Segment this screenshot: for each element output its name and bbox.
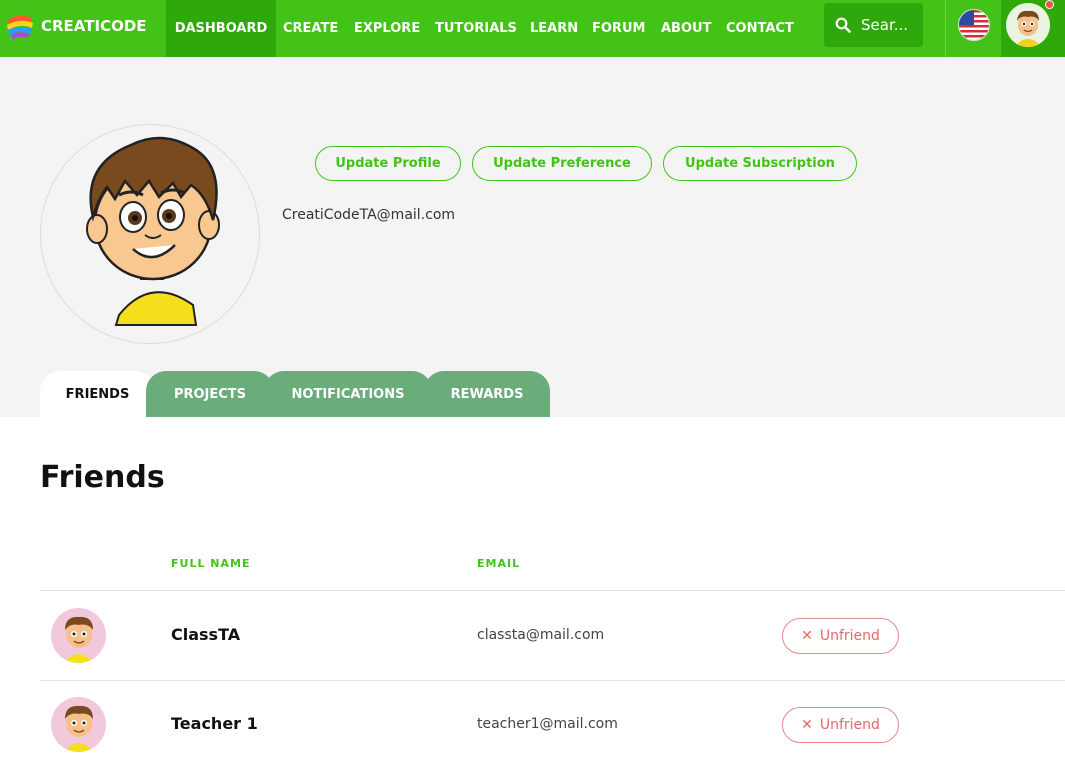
us-flag-icon[interactable] bbox=[958, 9, 990, 41]
nav-contact[interactable]: CONTACT bbox=[719, 0, 801, 57]
nav-explore[interactable]: EXPLORE bbox=[347, 0, 427, 57]
nav-tutorials[interactable]: TUTORIALS bbox=[428, 0, 524, 57]
close-icon: ✕ bbox=[801, 628, 813, 644]
top-navbar: CREATICODE DASHBOARD CREATE EXPLORE TUTO… bbox=[0, 0, 1065, 57]
unfriend-label: Unfriend bbox=[819, 717, 880, 733]
search-icon bbox=[835, 17, 851, 33]
nav-divider bbox=[945, 0, 946, 57]
unfriend-button[interactable]: ✕ Unfriend bbox=[782, 707, 899, 743]
update-preference-button[interactable]: Update Preference bbox=[472, 146, 652, 181]
tab-notifications[interactable]: NOTIFICATIONS bbox=[264, 371, 432, 417]
profile-email: CreatiCodeTA@mail.com bbox=[282, 207, 456, 223]
friends-title: Friends bbox=[40, 460, 165, 495]
friend-avatar[interactable] bbox=[51, 697, 106, 752]
search-placeholder: Sear... bbox=[861, 16, 909, 34]
user-menu[interactable] bbox=[1001, 0, 1065, 57]
row-divider bbox=[40, 680, 1065, 681]
logo-icon bbox=[4, 10, 36, 42]
friend-name: ClassTA bbox=[171, 625, 241, 644]
tab-friends[interactable]: FRIENDS bbox=[40, 371, 155, 417]
brand-name: CREATICODE bbox=[41, 17, 147, 35]
friend-email: teacher1@mail.com bbox=[477, 716, 618, 732]
unfriend-button[interactable]: ✕ Unfriend bbox=[782, 618, 899, 654]
nav-dashboard[interactable]: DASHBOARD bbox=[166, 0, 276, 57]
creaticode-logo[interactable]: CREATICODE bbox=[4, 9, 164, 43]
nav-forum[interactable]: FORUM bbox=[585, 0, 652, 57]
notification-dot bbox=[1045, 0, 1054, 9]
user-avatar bbox=[1006, 3, 1050, 47]
profile-avatar[interactable] bbox=[40, 124, 260, 344]
nav-learn[interactable]: LEARN bbox=[523, 0, 585, 57]
nav-about[interactable]: ABOUT bbox=[654, 0, 718, 57]
nav-create[interactable]: CREATE bbox=[276, 0, 345, 57]
row-divider bbox=[40, 590, 1065, 591]
profile-header: Update Profile Update Preference Update … bbox=[0, 57, 1065, 417]
tab-rewards[interactable]: REWARDS bbox=[424, 371, 550, 417]
column-header-full-name: FULL NAME bbox=[171, 557, 251, 570]
tab-projects[interactable]: PROJECTS bbox=[146, 371, 274, 417]
close-icon: ✕ bbox=[801, 717, 813, 733]
update-profile-button[interactable]: Update Profile bbox=[315, 146, 461, 181]
friend-email: classta@mail.com bbox=[477, 627, 605, 643]
update-subscription-button[interactable]: Update Subscription bbox=[663, 146, 857, 181]
friend-avatar[interactable] bbox=[51, 608, 106, 663]
friend-name: Teacher 1 bbox=[171, 714, 258, 733]
column-header-email: EMAIL bbox=[477, 557, 521, 570]
unfriend-label: Unfriend bbox=[819, 628, 880, 644]
search-box[interactable]: Sear... bbox=[824, 3, 923, 47]
